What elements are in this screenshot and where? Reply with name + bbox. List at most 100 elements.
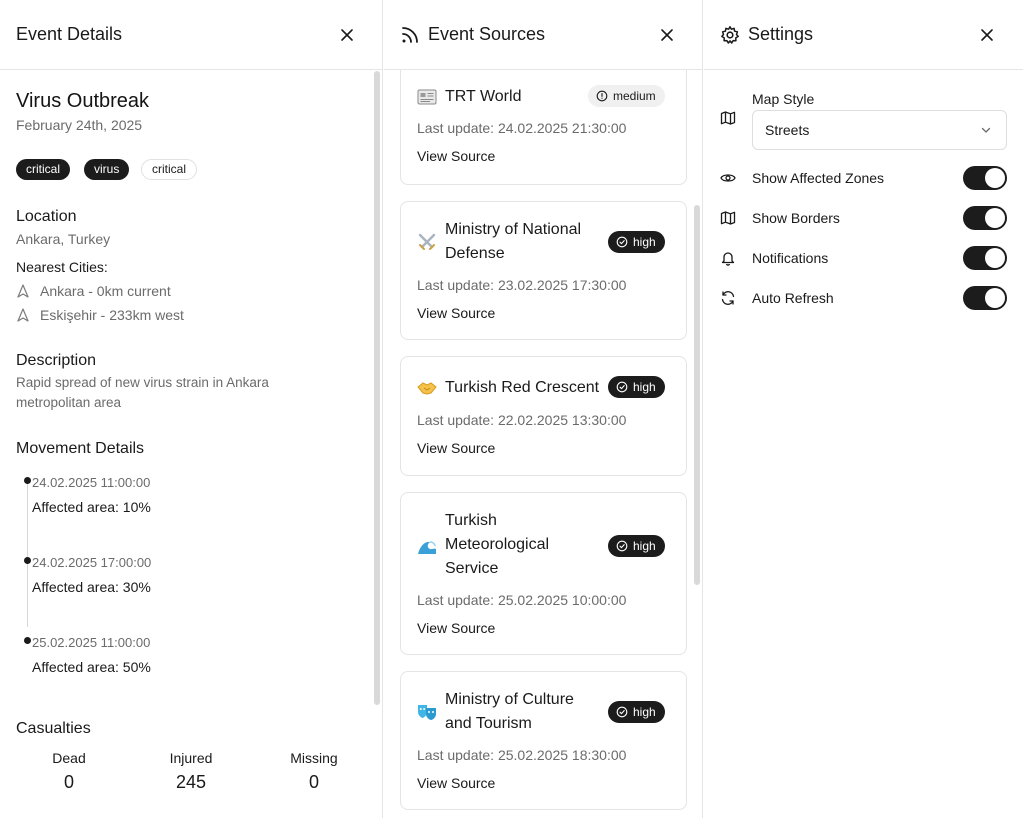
- tag-critical: critical: [16, 159, 71, 180]
- close-icon: [981, 29, 993, 41]
- show-affected-zones-toggle[interactable]: [963, 166, 1007, 190]
- theater-masks-icon: [418, 705, 436, 720]
- timeline-time: 24.02.2025 17:00:00: [32, 555, 152, 570]
- source-last-update: Last update: 22.02.2025 13:30:00: [417, 412, 627, 428]
- timeline-value: Affected area: 30%: [32, 579, 151, 595]
- source-card: Ministry of Culture and Tourism high Las…: [400, 671, 687, 810]
- tag-critical-outline: critical: [141, 159, 198, 180]
- source-title: Ministry of National Defense: [445, 218, 581, 266]
- gear-icon: [721, 25, 739, 44]
- navigation-icon: [17, 284, 29, 298]
- source-title: TRT World: [445, 88, 522, 105]
- source-title: Turkish Meteorological Service: [445, 509, 549, 581]
- close-settings-button[interactable]: [976, 24, 998, 46]
- view-source-link[interactable]: View Source: [417, 440, 495, 456]
- close-icon: [661, 29, 673, 41]
- source-last-update: Last update: 25.02.2025 18:30:00: [417, 747, 627, 763]
- event-sources-scrollbar[interactable]: [694, 205, 700, 585]
- source-title-line: Ministry of Culture: [445, 691, 574, 708]
- timeline-dot: [24, 557, 31, 564]
- priority-badge: high: [608, 231, 665, 253]
- bell-icon: [721, 252, 735, 266]
- event-details-panel: Event Details Virus Outbreak February 24…: [0, 0, 383, 818]
- toggle-label: Show Borders: [752, 210, 840, 226]
- navigation-icon: [17, 308, 29, 322]
- priority-badge-label: medium: [613, 89, 656, 103]
- event-date: February 24th, 2025: [16, 117, 143, 133]
- close-icon: [341, 29, 353, 41]
- source-last-update: Last update: 25.02.2025 10:00:00: [417, 592, 627, 608]
- source-title: Ministry of Culture and Tourism: [445, 688, 574, 736]
- source-title: Turkish Red Crescent: [445, 379, 600, 396]
- movement-heading: Movement Details: [16, 440, 145, 457]
- casualty-injured-label: Injured: [169, 750, 213, 766]
- timeline-line: [27, 481, 28, 627]
- event-details-scrollbar[interactable]: [374, 71, 380, 705]
- show-borders-toggle[interactable]: [963, 206, 1007, 230]
- check-circle-icon: [616, 540, 628, 552]
- priority-badge: medium: [588, 85, 665, 107]
- settings-header: Settings: [704, 0, 1023, 70]
- eye-icon: [720, 174, 736, 182]
- source-title-line: Service: [445, 560, 499, 577]
- source-card: Turkish Meteorological Service high Last…: [400, 492, 687, 655]
- source-card: Ministry of National Defense high Last u…: [400, 201, 687, 340]
- settings-title: Settings: [748, 24, 814, 44]
- map-style-label: Map Style: [752, 91, 815, 107]
- timeline-value: Affected area: 50%: [32, 659, 151, 675]
- source-card: Turkish Red Crescent high Last update: 2…: [400, 356, 687, 476]
- rss-icon: [402, 26, 418, 43]
- refresh-icon: [721, 291, 735, 305]
- event-sources-header: Event Sources: [384, 0, 702, 70]
- priority-badge-label: high: [633, 539, 656, 553]
- close-event-sources-button[interactable]: [656, 24, 678, 46]
- close-event-details-button[interactable]: [336, 24, 358, 46]
- nearest-city-label: Ankara - 0km current: [40, 283, 171, 299]
- tag-virus: virus: [84, 159, 130, 180]
- toggle-label: Auto Refresh: [752, 290, 834, 306]
- priority-badge: high: [608, 701, 665, 723]
- toggle-label: Notifications: [752, 250, 829, 266]
- priority-badge-label: high: [633, 705, 656, 719]
- nearest-city-item: Eskişehir - 233km west: [16, 307, 184, 323]
- source-title-line: and Tourism: [445, 715, 532, 732]
- alert-circle-icon: [596, 90, 608, 102]
- casualty-missing-label: Missing: [290, 750, 338, 766]
- toggle-knob: [985, 168, 1005, 188]
- check-circle-icon: [616, 381, 628, 393]
- view-source-link[interactable]: View Source: [417, 148, 495, 164]
- timeline-dot: [24, 637, 31, 644]
- nearest-city-item: Ankara - 0km current: [16, 283, 171, 299]
- map-icon: [720, 211, 736, 225]
- settings-panel: Settings Map Style Streets Show Affected…: [704, 0, 1023, 818]
- toggle-knob: [985, 208, 1005, 228]
- chevron-down-icon: [981, 127, 991, 133]
- map-style-value: Streets: [765, 122, 810, 138]
- description-heading: Description: [16, 352, 97, 369]
- source-title-line: Turkish: [445, 512, 497, 529]
- casualties-heading: Casualties: [16, 720, 91, 737]
- timeline-value: Affected area: 10%: [32, 499, 151, 515]
- casualty-injured-value: 245: [175, 772, 207, 792]
- priority-badge-label: high: [633, 235, 656, 249]
- casualty-dead-label: Dead: [52, 750, 86, 766]
- view-source-link[interactable]: View Source: [417, 620, 495, 636]
- crossed-swords-icon: [418, 233, 436, 250]
- location-heading: Location: [16, 208, 77, 225]
- timeline-time: 24.02.2025 11:00:00: [32, 475, 151, 490]
- view-source-link[interactable]: View Source: [417, 305, 495, 321]
- map-style-select[interactable]: Streets: [752, 110, 1007, 150]
- source-title-line: Meteorological: [445, 536, 550, 553]
- auto-refresh-toggle[interactable]: [963, 286, 1007, 310]
- casualty-missing-value: 0: [308, 772, 319, 792]
- notifications-toggle[interactable]: [963, 246, 1007, 270]
- view-source-link[interactable]: View Source: [417, 775, 495, 791]
- casualty-dead-value: 0: [63, 772, 74, 792]
- nearest-cities-heading: Nearest Cities:: [16, 259, 108, 275]
- source-card: TRT World medium Last update: 24.02.2025…: [400, 56, 687, 185]
- event-details-title: Event Details: [16, 24, 123, 44]
- timeline-time: 25.02.2025 11:00:00: [32, 635, 151, 650]
- toggle-label: Show Affected Zones: [752, 170, 885, 186]
- location-value: Ankara, Turkey: [16, 231, 111, 247]
- timeline-dot: [24, 477, 31, 484]
